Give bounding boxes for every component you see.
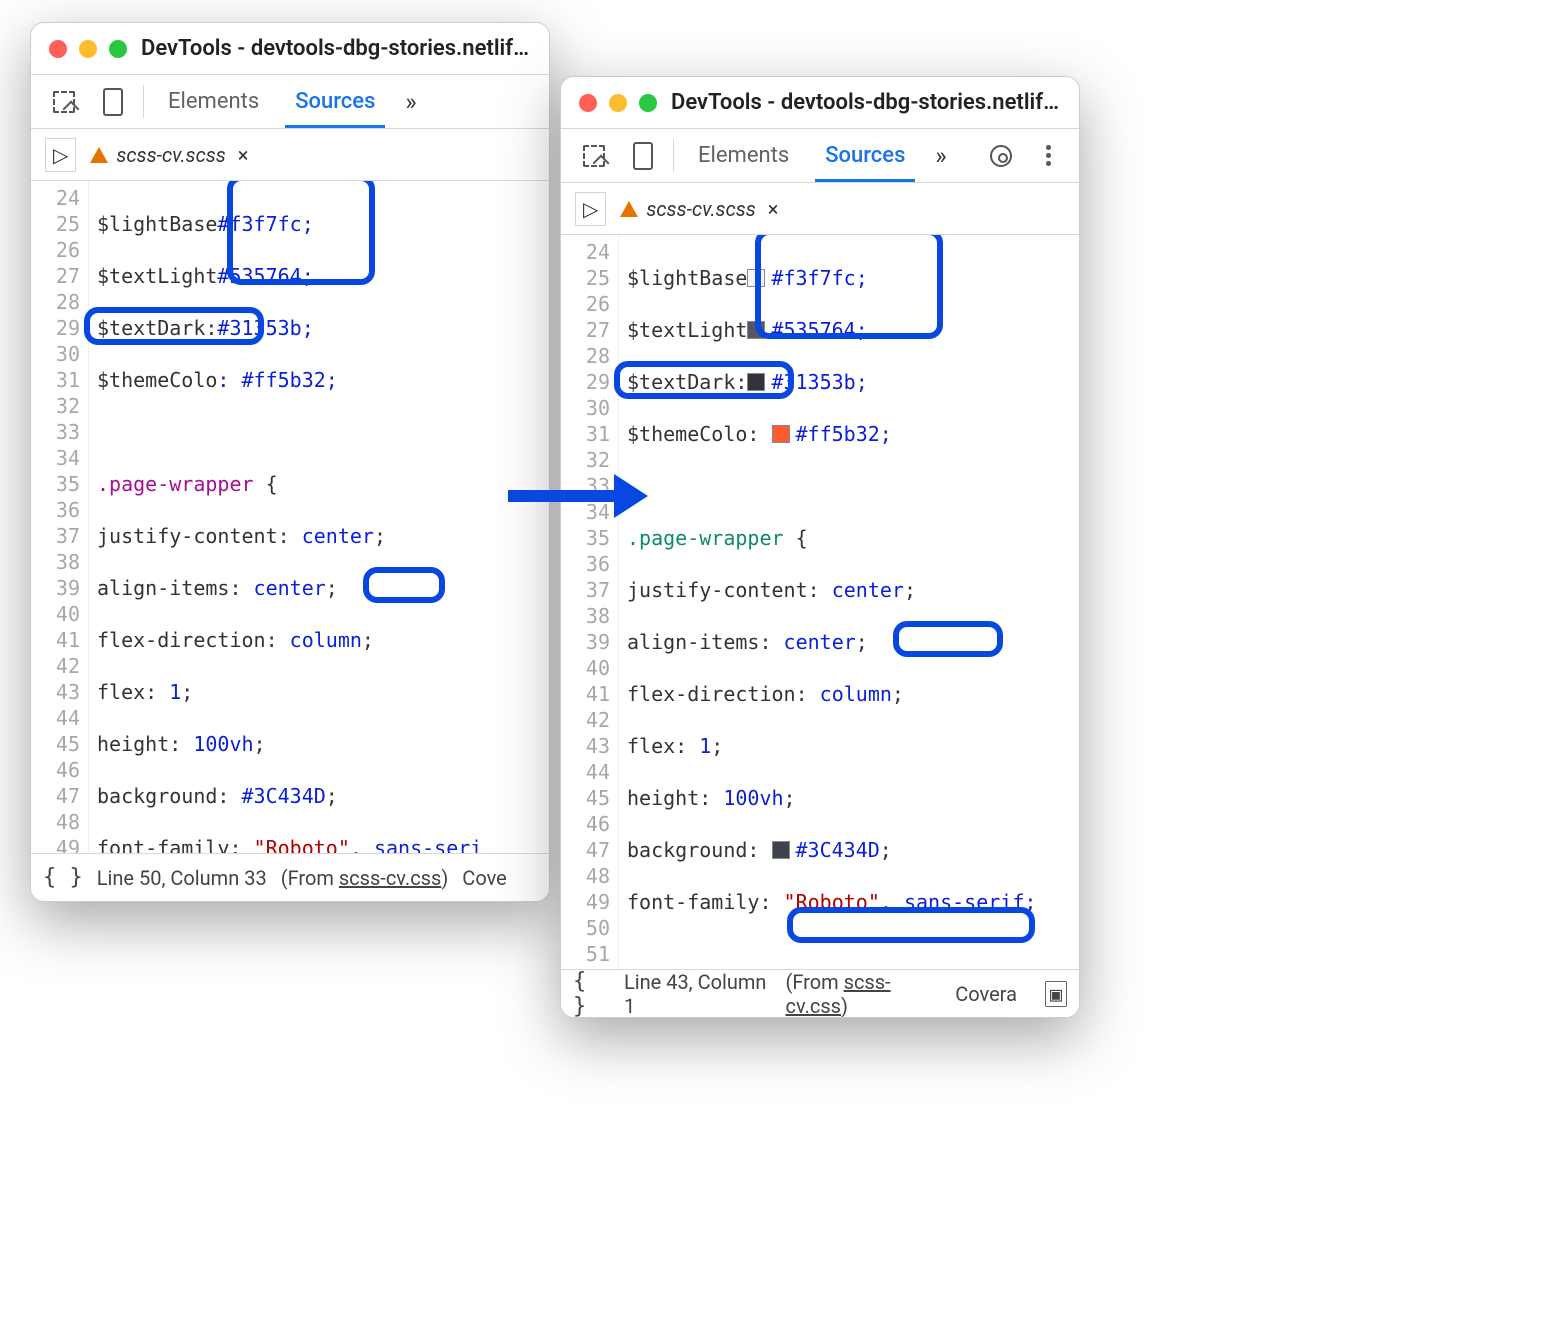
statusbar: { } Line 43, Column 1 (From scss-cv.css)… [561, 969, 1079, 1017]
pretty-print-icon[interactable]: { } [573, 969, 610, 1019]
navigator-toggle-icon[interactable]: ▷ [575, 192, 606, 226]
coverage-label: Covera [955, 982, 1017, 1006]
line-gutter: 2425262728293031323334353637383940414243… [31, 181, 89, 853]
navigator-toggle-icon[interactable]: ▷ [45, 138, 76, 172]
device-toggle-icon[interactable] [89, 75, 137, 128]
tab-sources[interactable]: Sources [807, 129, 923, 182]
file-name: scss-cv.scss [646, 197, 755, 221]
code-area[interactable]: $lightBase #f3f7fc; $textLight #535764; … [89, 181, 549, 853]
traffic-lights [579, 94, 657, 112]
coverage-label: Cove [462, 866, 506, 890]
file-tabbar: ▷ scss-cv.scss × [31, 129, 549, 181]
more-tabs-icon[interactable]: » [923, 129, 958, 182]
titlebar: DevTools - devtools-dbg-stories.netlify.… [561, 77, 1079, 129]
more-menu-icon[interactable] [1026, 129, 1071, 182]
code-area[interactable]: $lightBase #f3f7fc; $textLight #535764; … [619, 235, 1079, 969]
line-gutter: 2425262728293031323334353637383940414243… [561, 235, 619, 969]
color-swatch-icon[interactable] [747, 321, 765, 339]
warning-icon [620, 201, 638, 217]
source-link[interactable]: scss-cv.css [339, 866, 441, 890]
zoom-window-icon[interactable] [109, 40, 127, 58]
tab-sources[interactable]: Sources [277, 75, 393, 128]
close-window-icon[interactable] [579, 94, 597, 112]
code-editor[interactable]: 2425262728293031323334353637383940414243… [31, 181, 549, 853]
tab-elements[interactable]: Elements [680, 129, 807, 182]
source-map-from: (From scss-cv.css) [785, 970, 941, 1018]
inspect-element-icon[interactable] [569, 129, 619, 182]
separator [143, 85, 144, 118]
settings-icon[interactable] [976, 129, 1026, 182]
pretty-print-icon[interactable]: { } [43, 865, 83, 890]
devtools-toolbar: Elements Sources » [561, 129, 1079, 183]
separator [673, 139, 674, 172]
traffic-lights [49, 40, 127, 58]
window-title: DevTools - devtools-dbg-stories.netlify.… [141, 36, 531, 61]
window-title: DevTools - devtools-dbg-stories.netlify.… [671, 90, 1061, 115]
titlebar: DevTools - devtools-dbg-stories.netlify.… [31, 23, 549, 75]
color-swatch-icon[interactable] [772, 841, 790, 859]
inspect-element-icon[interactable] [39, 75, 89, 128]
devtools-window-after: DevTools - devtools-dbg-stories.netlify.… [560, 76, 1080, 1018]
tab-elements[interactable]: Elements [150, 75, 277, 128]
warning-icon [90, 147, 108, 163]
arrow-icon [508, 486, 648, 506]
color-swatch-icon[interactable] [747, 269, 765, 287]
minimize-window-icon[interactable] [609, 94, 627, 112]
devtools-toolbar: Elements Sources » [31, 75, 549, 129]
zoom-window-icon[interactable] [639, 94, 657, 112]
device-toggle-icon[interactable] [619, 129, 667, 182]
close-tab-icon[interactable]: × [764, 197, 779, 221]
cursor-position: Line 43, Column 1 [624, 970, 772, 1018]
drawer-toggle-icon[interactable]: ▣ [1045, 981, 1067, 1007]
statusbar: { } Line 50, Column 33 (From scss-cv.css… [31, 853, 549, 901]
file-tab[interactable]: scss-cv.scss × [606, 183, 792, 234]
file-name: scss-cv.scss [116, 143, 225, 167]
color-swatch-icon[interactable] [747, 373, 765, 391]
color-swatch-icon[interactable] [772, 425, 790, 443]
more-tabs-icon[interactable]: » [393, 75, 428, 128]
cursor-position: Line 50, Column 33 [97, 866, 267, 890]
source-map-from: (From scss-cv.css) [281, 866, 449, 890]
file-tab[interactable]: scss-cv.scss × [76, 129, 262, 180]
close-window-icon[interactable] [49, 40, 67, 58]
code-editor[interactable]: 2425262728293031323334353637383940414243… [561, 235, 1079, 969]
devtools-window-before: DevTools - devtools-dbg-stories.netlify.… [30, 22, 550, 902]
minimize-window-icon[interactable] [79, 40, 97, 58]
close-tab-icon[interactable]: × [234, 143, 249, 167]
file-tabbar: ▷ scss-cv.scss × [561, 183, 1079, 235]
